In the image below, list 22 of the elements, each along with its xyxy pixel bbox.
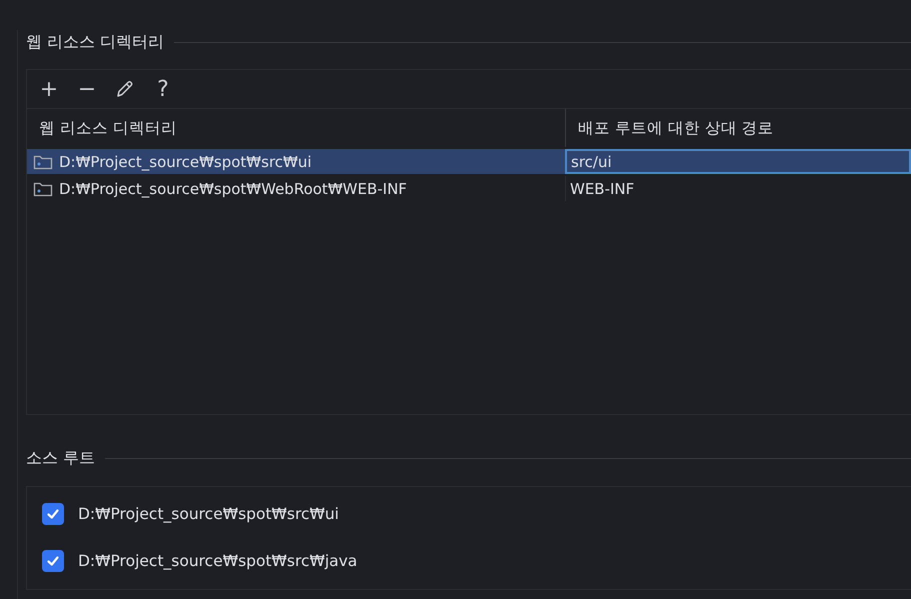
table-cell: src/ui [565,149,911,174]
checkbox-label: D:₩Project_source₩spot₩src₩ui [78,504,339,522]
table-cell: WEB-INF [565,176,911,201]
checkmark-icon [46,554,60,568]
table-row[interactable]: D:₩Project_source₩spot₩src₩ui src/ui [27,149,911,174]
checkmark-icon [46,506,60,520]
checkbox[interactable] [42,550,64,572]
remove-button[interactable]: − [71,74,103,104]
add-button[interactable]: + [33,74,65,104]
table-row[interactable]: D:₩Project_source₩spot₩WebRoot₩WEB-INF WEB-INF [27,176,911,201]
folder-icon [33,180,53,196]
help-button[interactable]: ? [147,74,179,104]
column-header[interactable]: 웹 리소스 디렉터리 [27,109,565,147]
pencil-icon [115,79,135,99]
checkbox-label: D:₩Project_source₩spot₩src₩java [78,552,358,570]
table-cell: D:₩Project_source₩spot₩src₩ui [59,152,312,170]
folder-icon [33,154,53,170]
column-header[interactable]: 배포 루트에 대한 상대 경로 [565,109,911,147]
checkbox[interactable] [42,502,64,524]
table-cell: D:₩Project_source₩spot₩WebRoot₩WEB-INF [59,180,407,198]
section-title: 소스 루트 [26,448,96,468]
section-title: 웹 리소스 디렉터리 [26,32,164,52]
